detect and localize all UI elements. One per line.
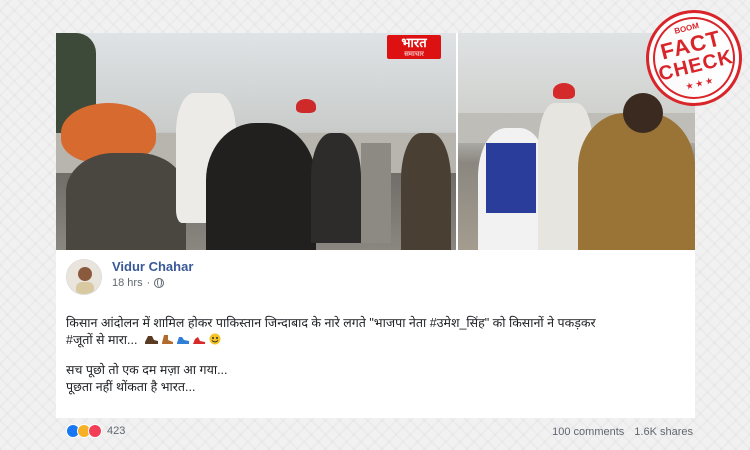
post-text-line-2-content: #जूतों से मारा... (66, 333, 138, 347)
video-frame-left (56, 33, 456, 250)
facebook-post: Vidur Chahar 18 hrs · किसान आंदोलन में श… (56, 250, 695, 438)
screenshot-card: भारत समाचार Vidur Chahar 18 hrs · किसान … (56, 33, 695, 438)
channel-logo: भारत समाचार (387, 35, 441, 59)
avatar[interactable] (66, 259, 102, 295)
post-text-line-2: #जूतों से मारा... (66, 332, 222, 349)
comments-count[interactable]: 100 comments (552, 426, 624, 438)
post-stats: 100 comments 1.6K shares (552, 426, 693, 438)
channel-logo-subtext: समाचार (404, 51, 424, 58)
post-time[interactable]: 18 hrs (112, 277, 143, 289)
post-text-line-3: सच पूछो तो एक दम मज़ा आ गया... (66, 363, 228, 377)
love-icon (88, 424, 102, 438)
post-text-line-1: किसान आंदोलन में शामिल होकर पाकिस्तान जि… (66, 316, 596, 330)
author-name[interactable]: Vidur Chahar (112, 259, 193, 274)
video-thumbnail[interactable]: भारत समाचार (56, 33, 695, 250)
post-text-line-4: पूछता नहीं थोंकता है भारत... (66, 380, 196, 394)
shoe-emoji-icon (144, 333, 222, 349)
reaction-count: 423 (107, 425, 126, 437)
shares-count[interactable]: 1.6K shares (634, 426, 693, 438)
globe-icon (154, 278, 165, 288)
meta-separator: · (146, 277, 151, 289)
channel-logo-text: भारत (401, 35, 427, 50)
reaction-summary[interactable]: 423 (66, 424, 125, 438)
post-meta: 18 hrs · (112, 277, 165, 289)
